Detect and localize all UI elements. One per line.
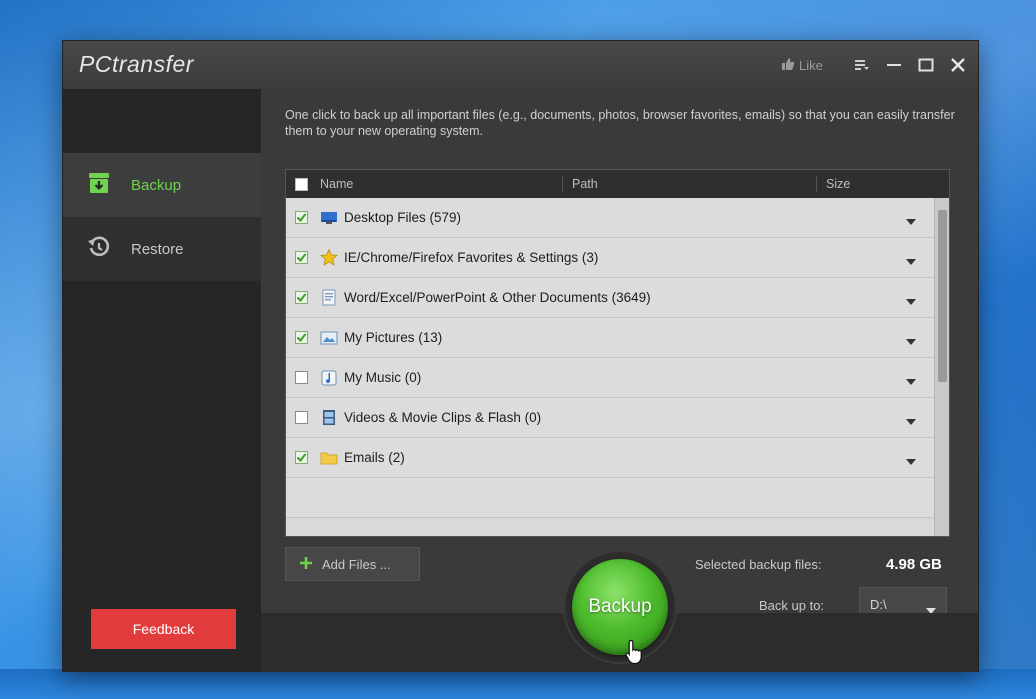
row-label: Desktop Files (579) (344, 210, 462, 225)
sidebar-header (63, 89, 261, 153)
row-label: Emails (2) (344, 450, 405, 465)
sidebar-item-label: Backup (131, 176, 182, 194)
document-icon (320, 289, 338, 306)
scrollbar-thumb[interactable] (938, 210, 947, 382)
checkmark-icon (296, 333, 306, 343)
table-row[interactable]: Videos & Movie Clips & Flash (0) (286, 398, 934, 438)
row-label: IE/Chrome/Firefox Favorites & Settings (… (344, 250, 599, 265)
minimize-icon (887, 64, 901, 66)
backup-destination-label: Back up to: (759, 598, 825, 613)
history-icon (87, 235, 111, 263)
table-body: Desktop Files (579) IE/Chrome/Firefox Fa… (286, 198, 934, 536)
row-checkbox[interactable] (294, 411, 308, 424)
column-header-size[interactable]: Size (826, 177, 850, 191)
row-checkbox[interactable] (294, 451, 308, 464)
table-row[interactable]: IE/Chrome/Firefox Favorites & Settings (… (286, 238, 934, 278)
table-row[interactable]: Emails (2) (286, 438, 934, 478)
table-row[interactable] (286, 478, 934, 518)
drive-value: D:\ (870, 596, 887, 612)
selected-size-value: 4.98 GB (886, 556, 942, 573)
row-label: My Pictures (13) (344, 330, 443, 345)
menu-icon (855, 60, 869, 70)
select-all-checkbox[interactable] (294, 177, 308, 191)
like-button[interactable]: Like (781, 56, 823, 74)
plus-icon (300, 556, 312, 572)
sidebar-item-restore[interactable]: Restore (63, 217, 261, 281)
sidebar-item-backup[interactable]: Backup (63, 153, 261, 217)
checkmark-icon (296, 213, 306, 223)
expand-arrow-icon[interactable] (906, 372, 916, 390)
star-icon (320, 249, 338, 266)
description-text: One click to back up all important files… (285, 108, 955, 138)
expand-arrow-icon[interactable] (906, 332, 916, 350)
row-checkbox[interactable] (294, 291, 308, 304)
desktop-taskbar-edge (0, 669, 1036, 699)
app-window: PCtransfer Like Backup Restore Feedback … (62, 40, 979, 672)
expand-arrow-icon[interactable] (906, 412, 916, 430)
row-checkbox[interactable] (294, 251, 308, 264)
expand-arrow-icon[interactable] (906, 252, 916, 270)
table-row[interactable]: My Music (0) (286, 358, 934, 398)
add-files-button[interactable]: Add Files ... (285, 547, 420, 581)
table-row[interactable]: Desktop Files (579) (286, 198, 934, 238)
sidebar-item-label: Restore (131, 240, 184, 258)
add-files-label: Add Files ... (322, 556, 391, 572)
file-category-table: Name Path Size Desktop Files (579) IE/Ch… (285, 169, 950, 537)
table-row[interactable]: Word/Excel/PowerPoint & Other Documents … (286, 278, 934, 318)
checkmark-icon (296, 293, 306, 303)
maximize-icon (918, 58, 934, 72)
selected-size-label: Selected backup files: (695, 557, 822, 572)
column-divider (562, 176, 563, 192)
music-icon (320, 370, 338, 386)
row-label: My Music (0) (344, 370, 422, 385)
title-bar: PCtransfer Like (63, 41, 978, 89)
close-icon (951, 58, 965, 72)
archive-download-icon (87, 172, 111, 198)
checkmark-icon (296, 453, 306, 463)
table-row[interactable]: My Pictures (13) (286, 318, 934, 358)
expand-arrow-icon[interactable] (906, 292, 916, 310)
main-content: One click to back up all important files… (261, 89, 978, 672)
expand-arrow-icon[interactable] (906, 452, 916, 470)
row-checkbox[interactable] (294, 331, 308, 344)
column-header-name[interactable]: Name (320, 177, 353, 191)
minimize-button[interactable] (881, 53, 907, 77)
film-icon (320, 410, 338, 426)
picture-icon (320, 330, 338, 346)
folder-icon (320, 450, 338, 466)
app-title: PCtransfer (79, 51, 194, 77)
column-divider (816, 176, 817, 192)
column-header-path[interactable]: Path (572, 177, 598, 191)
sidebar: Backup Restore Feedback (63, 89, 261, 672)
desktop-icon (320, 210, 338, 226)
checkmark-icon (296, 253, 306, 263)
table-scrollbar[interactable] (934, 198, 949, 536)
table-header: Name Path Size (286, 170, 949, 198)
maximize-button[interactable] (913, 53, 939, 77)
feedback-button[interactable]: Feedback (91, 609, 236, 649)
row-checkbox[interactable] (294, 211, 308, 224)
row-label: Word/Excel/PowerPoint & Other Documents … (344, 290, 651, 305)
row-label: Videos & Movie Clips & Flash (0) (344, 410, 542, 425)
row-checkbox[interactable] (294, 371, 308, 384)
like-label: Like (799, 57, 823, 73)
backup-button[interactable]: Backup (572, 559, 668, 655)
hand-cursor-icon (625, 639, 645, 670)
menu-button[interactable] (849, 53, 875, 77)
thumbs-up-icon (781, 57, 795, 74)
expand-arrow-icon[interactable] (906, 212, 916, 230)
close-button[interactable] (945, 53, 971, 77)
